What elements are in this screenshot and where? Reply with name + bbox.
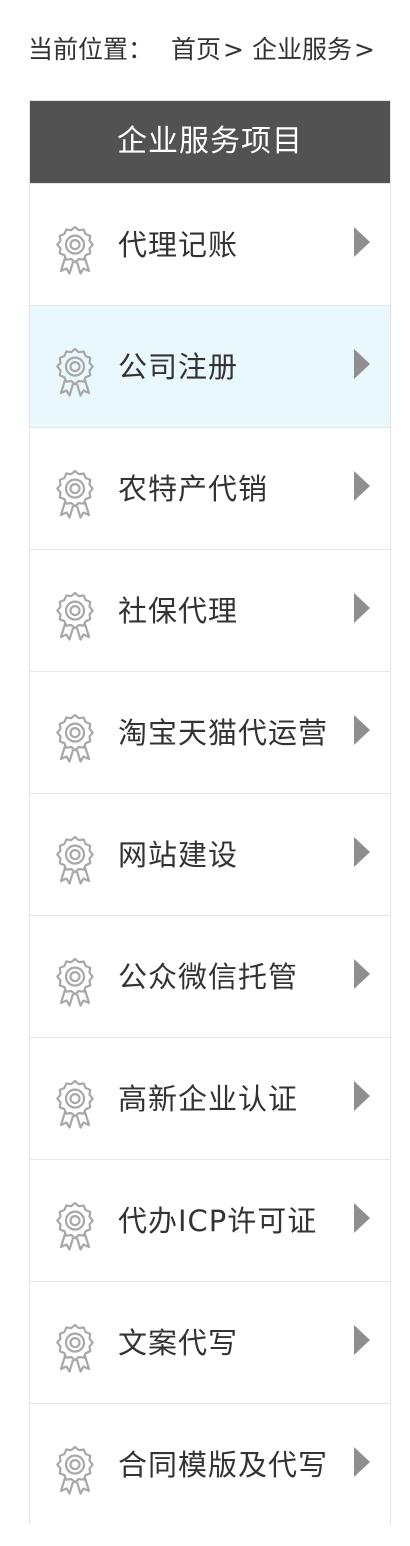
sidebar-item-label: 社保代理 [118,594,239,628]
sidebar-item[interactable]: 网站建设 [30,793,390,915]
sidebar-item-label: 代理记账 [118,228,239,262]
caret-right-icon [354,1081,370,1111]
caret-right-icon [354,349,370,379]
sidebar-item-label: 代办ICP许可证 [118,1204,318,1238]
breadcrumb-link-home[interactable]: 首页 [171,30,221,70]
sidebar-item[interactable]: 文案代写 [30,1281,390,1403]
caret-right-icon [354,837,370,867]
sidebar-item-label: 淘宝天猫代运营 [118,716,329,750]
award-badge-icon [52,1444,98,1496]
award-badge-icon [52,1322,98,1374]
caret-right-icon [354,959,370,989]
award-badge-icon [52,712,98,764]
sidebar-item[interactable]: 合同模版及代写 [30,1403,390,1525]
award-badge-icon [52,956,98,1008]
sidebar-item[interactable]: 代理记账 [30,183,390,305]
caret-right-icon [354,471,370,501]
sidebar-item[interactable]: 社保代理 [30,549,390,671]
sidebar-item-label: 文案代写 [118,1326,239,1360]
award-badge-icon [52,1200,98,1252]
enterprise-services-sidebar: 企业服务项目 代理记账 公司注册 农特产代销 社保代理 淘宝天猫代运营 网站建设… [29,100,391,1525]
caret-right-icon [354,1325,370,1355]
caret-right-icon [354,227,370,257]
caret-right-icon [354,715,370,745]
breadcrumb: 当前位置： 首页> 企业服务> [28,30,383,70]
award-badge-icon [52,346,98,398]
sidebar-item[interactable]: 公司注册 [30,305,390,427]
breadcrumb-separator: > [354,35,375,64]
sidebar-item-label: 网站建设 [118,838,239,872]
sidebar-item[interactable]: 农特产代销 [30,427,390,549]
caret-right-icon [354,593,370,623]
award-badge-icon [52,468,98,520]
sidebar-item-label: 公众微信托管 [118,960,299,994]
caret-right-icon [354,1447,370,1477]
sidebar-item-label: 农特产代销 [118,472,269,506]
caret-right-icon [354,1203,370,1233]
breadcrumb-link-enterprise-services[interactable]: 企业服务 [252,30,352,70]
award-badge-icon [52,834,98,886]
sidebar-item[interactable]: 公众微信托管 [30,915,390,1037]
sidebar-item[interactable]: 代办ICP许可证 [30,1159,390,1281]
award-badge-icon [52,224,98,276]
sidebar-item-label: 合同模版及代写 [118,1448,329,1482]
sidebar-item[interactable]: 淘宝天猫代运营 [30,671,390,793]
sidebar-title: 企业服务项目 [30,101,390,183]
sidebar-item-label: 高新企业认证 [118,1082,299,1116]
breadcrumb-label: 当前位置： [28,35,154,64]
award-badge-icon [52,590,98,642]
breadcrumb-separator: > [223,35,244,64]
award-badge-icon [52,1078,98,1130]
sidebar-item[interactable]: 高新企业认证 [30,1037,390,1159]
sidebar-menu: 代理记账 公司注册 农特产代销 社保代理 淘宝天猫代运营 网站建设 公众微信托管… [30,183,390,1525]
sidebar-item-label: 公司注册 [118,350,239,384]
